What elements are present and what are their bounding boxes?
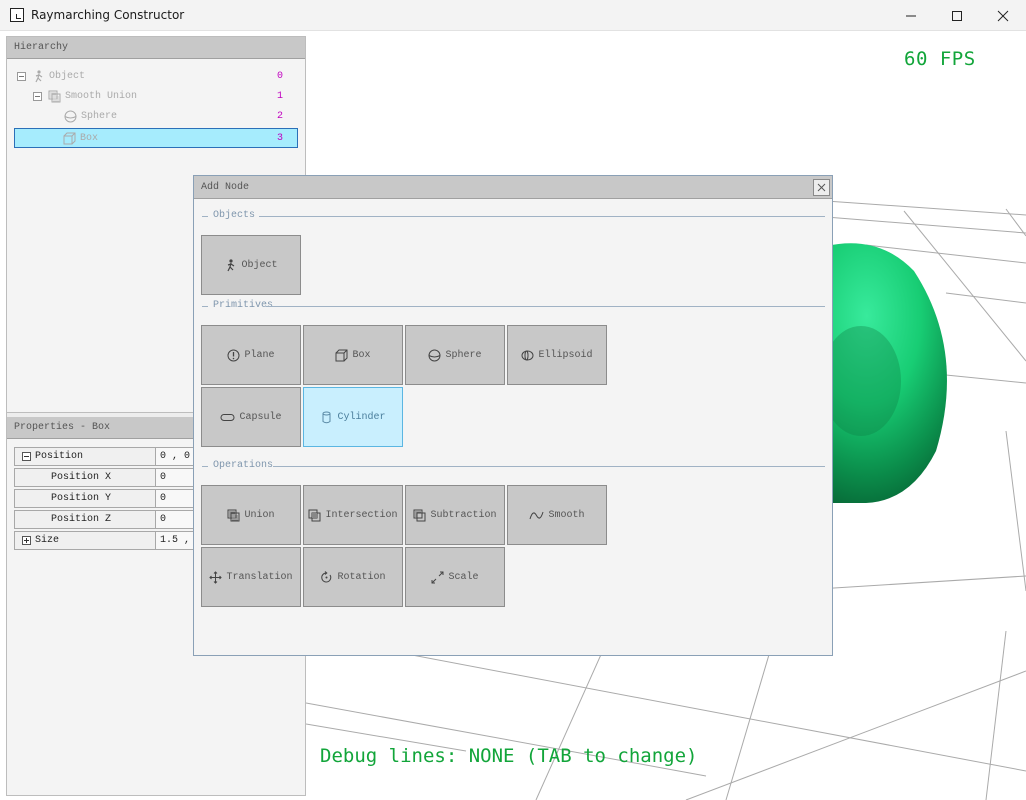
maximize-icon <box>952 10 962 21</box>
add-cylinder-button[interactable]: Cylinder <box>303 387 403 447</box>
tree-item-id: 2 <box>277 111 284 122</box>
add-ellipsoid-button[interactable]: Ellipsoid <box>507 325 607 385</box>
tree-item-sphere[interactable]: Sphere 2 <box>15 108 299 126</box>
button-label: Object <box>241 259 278 271</box>
debug-lines-status: Debug lines: NONE (TAB to change) <box>320 745 698 767</box>
box-icon <box>335 349 348 361</box>
button-label: Capsule <box>239 411 282 423</box>
tree-item-label: Box <box>80 133 99 144</box>
add-sphere-button[interactable]: Sphere <box>405 325 505 385</box>
add-plane-button[interactable]: Plane <box>201 325 301 385</box>
dialog-title: Add Node <box>194 176 832 199</box>
minimize-button[interactable] <box>888 0 934 31</box>
button-label: Plane <box>244 349 275 361</box>
property-name: Position Z <box>51 514 112 525</box>
tree-item-smooth-union[interactable]: Smooth Union 1 <box>15 88 299 106</box>
button-label: Scale <box>448 571 479 583</box>
add-subtraction-button[interactable]: Subtraction <box>405 485 505 545</box>
close-icon <box>817 183 826 192</box>
scale-icon <box>431 571 444 583</box>
group-divider <box>202 466 208 467</box>
tree-item-label: Sphere <box>81 111 118 122</box>
tree-item-id: 1 <box>277 91 284 102</box>
property-name: Position Y <box>51 493 112 504</box>
group-divider <box>273 466 825 467</box>
tree-item-id: 3 <box>277 133 284 144</box>
group-label-operations: Operations <box>213 460 274 471</box>
person-icon <box>227 258 235 271</box>
button-label: Cylinder <box>337 411 386 423</box>
maximize-button[interactable] <box>934 0 980 31</box>
tree-item-object[interactable]: Object 0 <box>15 68 299 86</box>
button-label: Box <box>352 349 371 361</box>
add-translation-button[interactable]: Translation <box>201 547 301 607</box>
button-label: Intersection <box>325 509 398 521</box>
group-label-objects: Objects <box>213 210 256 221</box>
smooth-icon <box>530 511 544 519</box>
collapse-toggle-icon[interactable] <box>22 452 31 461</box>
subtraction-icon <box>413 509 426 521</box>
window-title: Raymarching Constructor <box>31 8 185 22</box>
title-bar: Raymarching Constructor <box>0 0 1026 31</box>
sphere-icon <box>428 349 441 361</box>
group-label-primitives: Primitives <box>213 300 274 311</box>
capsule-icon <box>220 413 235 421</box>
add-intersection-button[interactable]: Intersection <box>303 485 403 545</box>
collapse-toggle-icon[interactable] <box>33 92 42 101</box>
property-name-cell: Position Z <box>14 510 156 529</box>
button-label: Translation <box>226 571 293 583</box>
add-box-button[interactable]: Box <box>303 325 403 385</box>
add-union-button[interactable]: Union <box>201 485 301 545</box>
property-name: Size <box>35 535 60 546</box>
add-object-button[interactable]: Object <box>201 235 301 295</box>
expand-toggle-icon[interactable] <box>22 536 31 545</box>
add-scale-button[interactable]: Scale <box>405 547 505 607</box>
sphere-icon <box>64 110 77 123</box>
translation-icon <box>209 570 223 584</box>
group-divider <box>202 216 208 217</box>
intersection-icon <box>308 509 321 521</box>
rotation-icon <box>321 570 332 582</box>
hierarchy-header: Hierarchy <box>7 37 305 59</box>
button-label: Subtraction <box>430 509 497 521</box>
add-node-dialog: Add Node Objects Object Primitives Plane… <box>193 175 833 656</box>
ellipsoid-icon <box>521 350 534 360</box>
person-icon <box>35 70 43 83</box>
property-name-cell: Position Y <box>14 489 156 508</box>
tree-item-id: 0 <box>277 71 284 82</box>
property-name: Position <box>35 451 84 462</box>
property-name-cell: Size <box>14 531 156 550</box>
minimize-icon <box>906 15 916 16</box>
collapse-toggle-icon[interactable] <box>17 72 26 81</box>
property-name-cell: Position <box>14 447 156 466</box>
button-label: Rotation <box>337 571 386 583</box>
group-divider <box>259 216 825 217</box>
button-label: Ellipsoid <box>538 349 593 361</box>
group-divider <box>202 306 208 307</box>
close-window-button[interactable] <box>980 0 1026 31</box>
close-icon <box>997 10 1009 21</box>
add-rotation-button[interactable]: Rotation <box>303 547 403 607</box>
add-capsule-button[interactable]: Capsule <box>201 387 301 447</box>
property-name: Position X <box>51 472 112 483</box>
fps-counter: 60 FPS <box>904 48 976 70</box>
tree-item-label: Smooth Union <box>65 91 138 102</box>
tree-item-label: Object <box>49 71 86 82</box>
plane-icon <box>227 349 240 361</box>
dialog-close-button[interactable] <box>813 179 830 196</box>
union-icon <box>48 90 61 103</box>
cylinder-icon <box>322 411 331 423</box>
app-icon <box>10 8 24 22</box>
button-label: Union <box>244 509 275 521</box>
tree-item-box[interactable]: Box 3 <box>14 128 298 148</box>
box-icon <box>63 132 76 145</box>
property-name-cell: Position X <box>14 468 156 487</box>
group-divider <box>266 306 825 307</box>
button-label: Smooth <box>548 509 585 521</box>
union-icon <box>227 509 240 521</box>
add-smooth-button[interactable]: Smooth <box>507 485 607 545</box>
button-label: Sphere <box>445 349 482 361</box>
